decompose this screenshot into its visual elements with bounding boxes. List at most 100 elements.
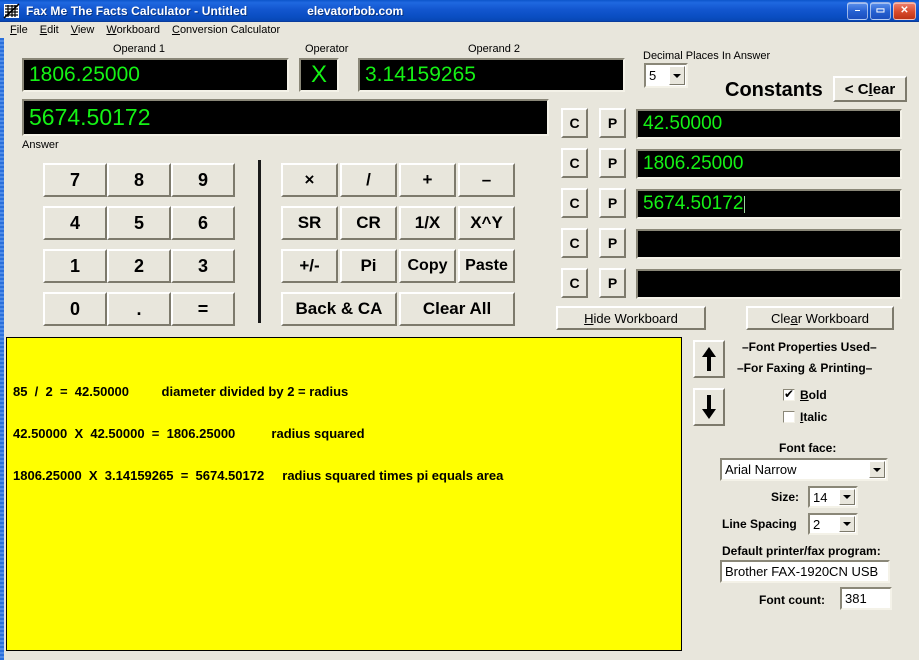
answer-label: Answer <box>22 139 59 151</box>
window-controls: – ▭ ✕ <box>847 2 916 20</box>
font-face-label: Font face: <box>779 441 837 455</box>
key-5[interactable]: 5 <box>107 206 171 240</box>
font-count-field[interactable]: 381 <box>840 587 892 610</box>
operand1-label: Operand 1 <box>113 43 165 55</box>
menu-item-edit[interactable]: Edit <box>34 24 65 36</box>
answer-display[interactable]: 5674.50172 <box>22 99 549 136</box>
constant-field-1[interactable]: 42.50000 <box>636 109 902 139</box>
key-0[interactable]: 0 <box>43 292 107 326</box>
workboard-line-1: 85 / 2 = 42.50000 diameter divided by 2 … <box>13 384 349 399</box>
clear-workboard-button[interactable]: Cle a r Workboard <box>746 306 894 330</box>
key-plus-minus[interactable]: +/- <box>281 249 338 283</box>
arrow-down-icon <box>701 394 717 420</box>
key-2[interactable]: 2 <box>107 249 171 283</box>
window-left-frame <box>0 38 4 660</box>
constant-copy-button-1[interactable]: C <box>561 108 588 138</box>
constant-paste-button-1[interactable]: P <box>599 108 626 138</box>
workboard-text-area[interactable]: 85 / 2 = 42.50000 diameter divided by 2 … <box>6 337 682 651</box>
minimize-button[interactable]: – <box>847 2 868 20</box>
italic-checkbox-row[interactable]: Italic <box>783 410 827 424</box>
key-divide[interactable]: / <box>340 163 397 197</box>
key-multiply[interactable]: × <box>281 163 338 197</box>
hide-workboard-button[interactable]: Hide Workboard <box>556 306 706 330</box>
font-face-select[interactable]: Arial Narrow <box>720 458 888 481</box>
font-size-label: Size: <box>771 490 800 504</box>
line-spacing-value: 2 <box>813 516 821 532</box>
constant-copy-button-5[interactable]: C <box>561 268 588 298</box>
operator-label: Operator <box>305 43 349 55</box>
font-size-select[interactable]: 14 <box>808 486 858 508</box>
minimize-icon: – <box>854 5 861 16</box>
key-3[interactable]: 3 <box>171 249 235 283</box>
constant-paste-button-3[interactable]: P <box>599 188 626 218</box>
italic-checkbox[interactable] <box>783 411 795 423</box>
chevron-down-icon[interactable] <box>839 489 855 505</box>
scroll-up-button[interactable] <box>693 340 725 378</box>
constant-copy-button-2[interactable]: C <box>561 148 588 178</box>
menu-item-conversion-calculator[interactable]: Conversion Calculator <box>166 24 286 36</box>
chevron-down-icon[interactable] <box>869 461 885 478</box>
maximize-button[interactable]: ▭ <box>870 2 891 20</box>
key-back-and-ca[interactable]: Back & CA <box>281 292 397 326</box>
menu-item-file[interactable]: FFileile <box>4 24 34 36</box>
decimal-places-label: Decimal Places In Answer <box>643 50 771 62</box>
key-equals[interactable]: = <box>171 292 235 326</box>
scroll-down-button[interactable] <box>693 388 725 426</box>
text-caret <box>744 195 746 213</box>
constants-title: Constants <box>725 79 823 101</box>
font-properties-title-line1: –Font Properties Used– <box>742 340 877 354</box>
key-minus[interactable]: – <box>458 163 515 197</box>
clear-constants-button[interactable]: < Cl ear <box>833 76 907 102</box>
window-title: Fax Me The Facts Calculator - Untitled <box>26 3 248 18</box>
constant-field-5[interactable] <box>636 269 902 299</box>
close-button[interactable]: ✕ <box>893 2 916 20</box>
key-1[interactable]: 1 <box>43 249 107 283</box>
operator-display[interactable]: X <box>299 58 339 92</box>
arrow-up-icon <box>701 346 717 372</box>
operand1-display[interactable]: 1806.25000 <box>22 58 289 92</box>
constant-copy-button-3[interactable]: C <box>561 188 588 218</box>
bold-label: Bold <box>800 388 827 402</box>
key-power[interactable]: X^Y <box>458 206 515 240</box>
line-spacing-select[interactable]: 2 <box>808 513 858 535</box>
key-decimal-point[interactable]: . <box>107 292 171 326</box>
chevron-down-icon[interactable] <box>669 66 685 85</box>
workboard-line-2: 42.50000 X 42.50000 = 1806.25000 radius … <box>13 426 365 441</box>
menu-item-view[interactable]: View <box>65 24 101 36</box>
font-properties-title-line2: –For Faxing & Printing– <box>737 361 873 375</box>
key-paste[interactable]: Paste <box>458 249 515 283</box>
bold-checkbox[interactable] <box>783 387 795 401</box>
key-9[interactable]: 9 <box>171 163 235 197</box>
maximize-icon: ▭ <box>875 5 886 16</box>
application-window: Fax Me The Facts Calculator - Untitled e… <box>0 0 919 660</box>
constant-field-2[interactable]: 1806.25000 <box>636 149 902 179</box>
key-7[interactable]: 7 <box>43 163 107 197</box>
key-cr[interactable]: CR <box>340 206 397 240</box>
key-clear-all[interactable]: Clear All <box>399 292 515 326</box>
constant-copy-button-4[interactable]: C <box>561 228 588 258</box>
menu-bar: FFileile Edit View Workboard Conversion … <box>0 22 919 38</box>
key-pi[interactable]: Pi <box>340 249 397 283</box>
key-8[interactable]: 8 <box>107 163 171 197</box>
title-bar: Fax Me The Facts Calculator - Untitled e… <box>0 0 919 22</box>
default-printer-field[interactable]: Brother FAX-1920CN USB <box>720 560 890 583</box>
default-printer-label: Default printer/fax program: <box>722 544 881 558</box>
key-6[interactable]: 6 <box>171 206 235 240</box>
bold-checkbox-row[interactable]: Bold <box>783 387 827 402</box>
menu-item-workboard[interactable]: Workboard <box>100 24 166 36</box>
chevron-down-icon[interactable] <box>839 516 855 532</box>
constant-field-3[interactable]: 5674.50172 <box>636 189 902 219</box>
operand2-label: Operand 2 <box>468 43 520 55</box>
key-plus[interactable]: + <box>399 163 456 197</box>
constant-paste-button-4[interactable]: P <box>599 228 626 258</box>
key-copy[interactable]: Copy <box>399 249 456 283</box>
constant-field-3-value: 5674.50172 <box>643 193 744 214</box>
constant-field-4[interactable] <box>636 229 902 259</box>
operand2-display[interactable]: 3.14159265 <box>358 58 625 92</box>
key-4[interactable]: 4 <box>43 206 107 240</box>
key-sr[interactable]: SR <box>281 206 338 240</box>
decimal-places-select[interactable]: 5 <box>644 63 688 88</box>
constant-paste-button-5[interactable]: P <box>599 268 626 298</box>
key-reciprocal[interactable]: 1/X <box>399 206 456 240</box>
constant-paste-button-2[interactable]: P <box>599 148 626 178</box>
